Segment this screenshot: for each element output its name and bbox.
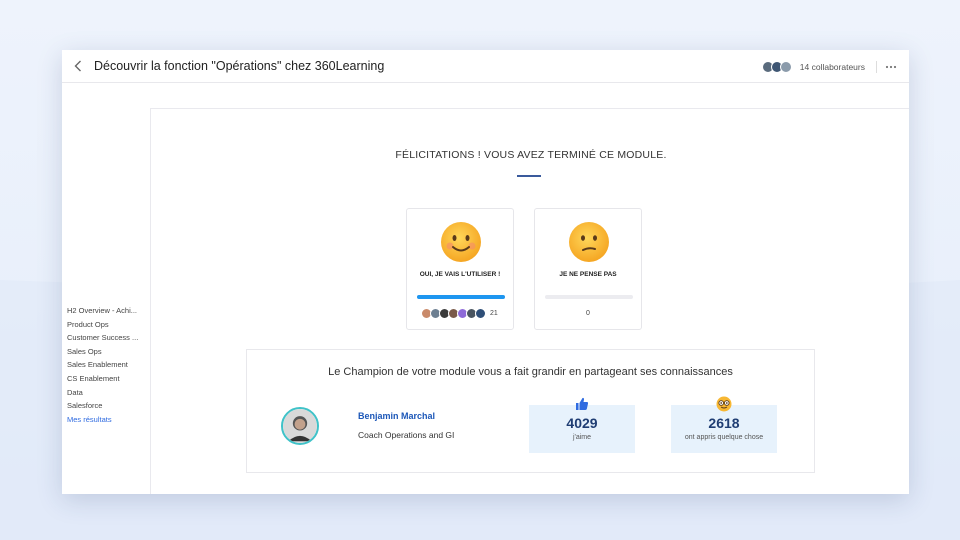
- vote-count: 21: [490, 310, 498, 317]
- sidebar-list: H2 Overview - Achi... Product Ops Custom…: [67, 304, 138, 426]
- sidebar-item-cs-enablement[interactable]: CS Enablement: [67, 372, 138, 386]
- avatar: [779, 60, 792, 73]
- sidebar-item-customer-success[interactable]: Customer Success ...: [67, 331, 138, 345]
- avatar[interactable]: [281, 407, 319, 445]
- likes-stat: 4029 j'aime: [529, 397, 635, 453]
- sidebar-item-data[interactable]: Data: [67, 386, 138, 400]
- option-label: JE NE PENSE PAS: [559, 271, 617, 278]
- learned-label: ont appris quelque chose: [684, 434, 764, 441]
- champion-heading: Le Champion de votre module vous a fait …: [328, 366, 733, 378]
- thumbs-up-icon: [576, 397, 589, 410]
- smiling-face-icon: [441, 222, 481, 262]
- vote-bar-fill: [417, 295, 505, 299]
- collaborators-button[interactable]: 14 collaborateurs: [761, 50, 865, 83]
- voter-avatars: 21: [421, 308, 498, 319]
- sidebar-item-sales-ops[interactable]: Sales Ops: [67, 345, 138, 359]
- main-content: FÉLICITATIONS ! VOUS AVEZ TERMINÉ CE MOD…: [150, 108, 909, 494]
- champion-role: Coach Operations and GI: [358, 430, 455, 440]
- learned-count: 2618: [708, 415, 740, 431]
- sidebar-item-sales-enablement[interactable]: Sales Enablement: [67, 358, 138, 372]
- vote-bar: [545, 295, 633, 299]
- collaborator-avatars: [761, 60, 792, 73]
- app-window: Découvrir la fonction "Opérations" chez …: [62, 50, 909, 494]
- page-title: Découvrir la fonction "Opérations" chez …: [94, 59, 385, 73]
- title-underline: [517, 175, 541, 177]
- top-bar: Découvrir la fonction "Opérations" chez …: [62, 50, 909, 83]
- more-options-button[interactable]: [881, 50, 901, 83]
- option-card-yes[interactable]: OUI, JE VAIS L'UTILISER ! 21: [406, 208, 514, 330]
- sidebar-item-mes-resultats[interactable]: Mes résultats: [67, 413, 138, 427]
- sidebar-item-h2-overview[interactable]: H2 Overview - Achi...: [67, 304, 138, 318]
- option-label: OUI, JE VAIS L'UTILISER !: [419, 271, 501, 278]
- likes-count: 4029: [566, 415, 598, 431]
- sidebar: H2 Overview - Achi... Product Ops Custom…: [62, 83, 150, 494]
- chevron-left-icon: [74, 60, 81, 72]
- learned-stat: 2618 ont appris quelque chose: [671, 396, 777, 453]
- likes-label: j'aime: [572, 434, 592, 441]
- sidebar-item-salesforce[interactable]: Salesforce: [67, 399, 138, 413]
- champion-panel: Le Champion de votre module vous a fait …: [246, 349, 815, 473]
- vote-bar: [417, 295, 505, 299]
- back-button[interactable]: [62, 50, 94, 83]
- more-horizontal-icon: [885, 65, 897, 68]
- confused-face-icon: [569, 222, 609, 262]
- avatar: [475, 308, 486, 319]
- sidebar-item-product-ops[interactable]: Product Ops: [67, 318, 138, 332]
- nerd-face-icon: [716, 396, 732, 412]
- option-card-no[interactable]: JE NE PENSE PAS 0: [534, 208, 642, 330]
- vote-count: 0: [586, 310, 590, 317]
- collaborators-label: 14 collaborateurs: [799, 61, 865, 72]
- divider: [876, 61, 877, 73]
- congrats-title: FÉLICITATIONS ! VOUS AVEZ TERMINÉ CE MOD…: [395, 149, 667, 161]
- champion-name[interactable]: Benjamin Marchal: [358, 411, 435, 421]
